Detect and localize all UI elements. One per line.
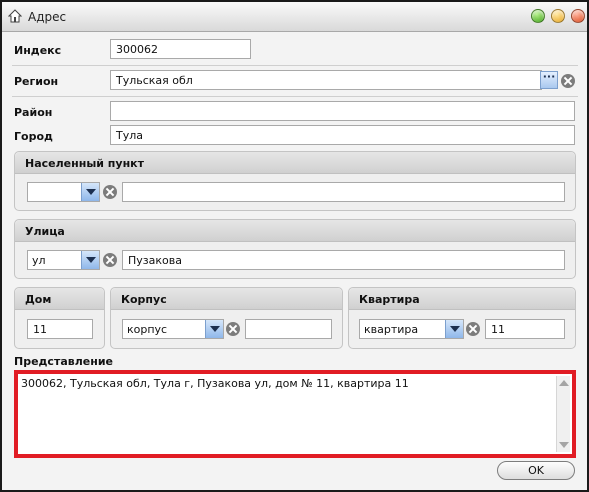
- street-group: Улица ул Пузакова: [14, 219, 576, 279]
- scroll-down-icon[interactable]: [559, 442, 569, 448]
- district-input[interactable]: [110, 101, 575, 121]
- window-title: Адрес: [28, 10, 67, 24]
- apartment-input[interactable]: 11: [485, 319, 565, 339]
- index-label: Индекс: [14, 44, 62, 57]
- building-input[interactable]: [245, 319, 332, 339]
- building-clear-icon[interactable]: [226, 322, 240, 336]
- street-clear-icon[interactable]: [103, 253, 117, 267]
- region-clear-icon[interactable]: [561, 74, 575, 88]
- representation-label: Представление: [14, 355, 113, 368]
- chevron-down-icon[interactable]: [81, 183, 99, 201]
- street-type-value: ул: [32, 254, 46, 267]
- divider: [12, 96, 578, 97]
- apartment-type-select[interactable]: квартира: [359, 319, 464, 339]
- address-dialog: Адрес Индекс 300062 Регион Тульская обл …: [0, 0, 589, 492]
- house-group: Дом 11: [14, 287, 105, 349]
- house-input[interactable]: 11: [27, 319, 93, 339]
- index-input[interactable]: 300062: [110, 39, 251, 59]
- settlement-group: Населенный пункт: [14, 151, 576, 211]
- chevron-down-icon[interactable]: [445, 320, 463, 338]
- representation-text: 300062, Тульская обл, Тула г, Пузакова у…: [21, 377, 409, 390]
- ok-button[interactable]: OK: [497, 461, 575, 480]
- settlement-input[interactable]: [122, 182, 565, 202]
- street-title: Улица: [15, 220, 575, 242]
- maximize-button[interactable]: [531, 9, 545, 23]
- vertical-scrollbar[interactable]: [556, 376, 570, 452]
- settlement-clear-icon[interactable]: [103, 185, 117, 199]
- apartment-type-value: квартира: [364, 323, 419, 336]
- chevron-down-icon[interactable]: [81, 251, 99, 269]
- region-input[interactable]: Тульская обл: [110, 70, 542, 90]
- representation-textarea[interactable]: 300062, Тульская обл, Тула г, Пузакова у…: [14, 370, 576, 458]
- district-label: Район: [14, 106, 53, 119]
- minimize-button[interactable]: [551, 9, 565, 23]
- close-button[interactable]: [571, 9, 585, 23]
- building-type-value: корпус: [127, 323, 168, 336]
- region-select-button[interactable]: ···: [540, 71, 558, 89]
- apartment-group: Квартира квартира 11: [348, 287, 576, 349]
- divider: [12, 65, 578, 66]
- street-type-select[interactable]: ул: [27, 250, 100, 270]
- apartment-clear-icon[interactable]: [466, 322, 480, 336]
- home-icon: [8, 9, 22, 23]
- building-group: Корпус корпус: [110, 287, 343, 349]
- building-title: Корпус: [111, 288, 342, 310]
- city-label: Город: [14, 130, 53, 143]
- street-input[interactable]: Пузакова: [122, 250, 565, 270]
- chevron-down-icon[interactable]: [205, 320, 223, 338]
- settlement-type-select[interactable]: [27, 182, 100, 202]
- city-input[interactable]: Тула: [110, 125, 575, 145]
- building-type-select[interactable]: корпус: [122, 319, 224, 339]
- house-title: Дом: [15, 288, 104, 310]
- settlement-title: Населенный пункт: [15, 152, 575, 174]
- scroll-up-icon[interactable]: [559, 380, 569, 386]
- apartment-title: Квартира: [349, 288, 575, 310]
- region-label: Регион: [14, 75, 59, 88]
- title-bar[interactable]: Адрес: [2, 2, 587, 32]
